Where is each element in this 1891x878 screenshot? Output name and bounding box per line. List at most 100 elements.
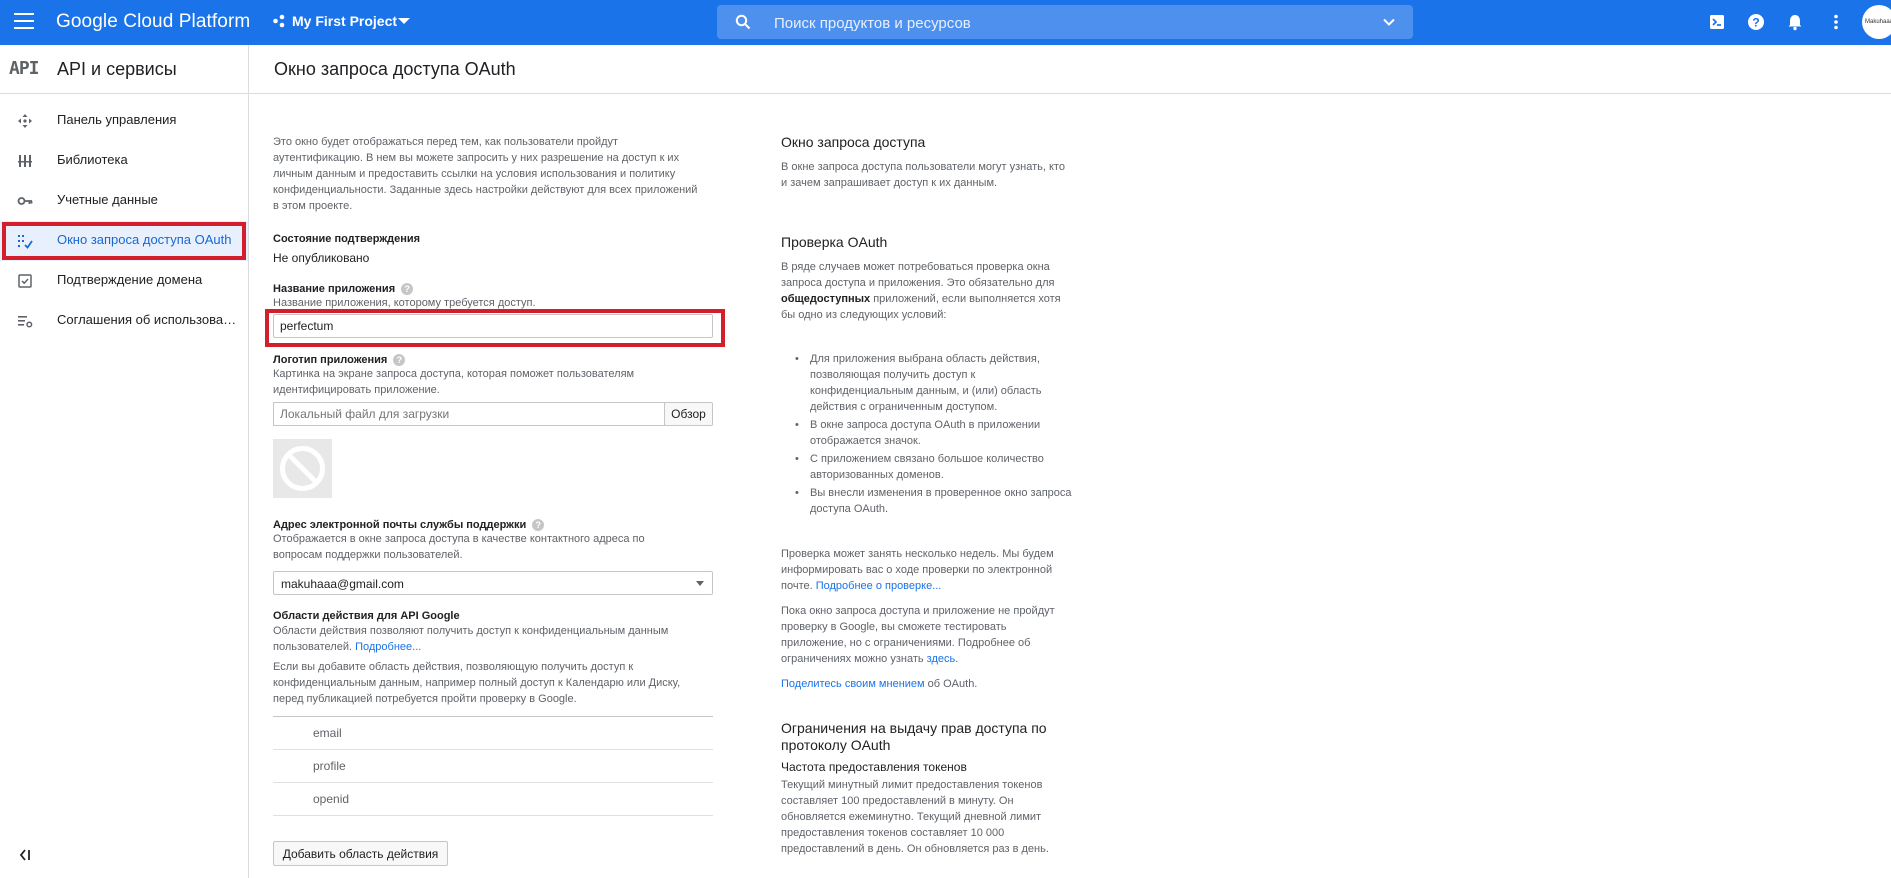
chevron-down-icon: [398, 18, 410, 24]
scope-row: openid: [273, 783, 713, 816]
app-logo-label-text: Логотип приложения: [273, 354, 388, 366]
logo-placeholder: [273, 439, 332, 498]
help-icon[interactable]: ?: [401, 283, 414, 296]
scope-row: profile: [273, 750, 713, 783]
info-subheading-token-rate: Частота предоставления токенов: [781, 760, 967, 774]
app-name-input[interactable]: [273, 314, 713, 338]
help-icon[interactable]: ?: [1746, 12, 1766, 32]
app-name-label: Название приложения?: [273, 283, 414, 296]
search-icon: [735, 14, 751, 30]
intro-text: Это окно будет отображаться перед тем, к…: [273, 136, 698, 212]
list-item: С приложением связано большое количество…: [795, 451, 1075, 483]
sidebar-item-library[interactable]: Библиотека: [0, 141, 248, 181]
content-header: Окно запроса доступа OAuth: [249, 45, 1891, 94]
page-title: Окно запроса доступа OAuth: [274, 59, 516, 79]
dashboard-icon: [18, 114, 32, 128]
info-heading-oauth-limits: Ограничения на выдачу прав доступа по пр…: [781, 720, 1047, 753]
cloud-shell-icon[interactable]: [1707, 12, 1727, 32]
key-icon: [17, 197, 33, 205]
app-logo-hint: Картинка на экране запроса доступа, кото…: [273, 368, 635, 396]
settings-list-icon: [18, 316, 33, 328]
scope-name: openid: [313, 792, 350, 806]
status-value: Не опубликовано: [273, 251, 370, 265]
status-label: Состояние подтверждения: [273, 233, 421, 245]
dropdown-arrow-icon: [696, 581, 704, 586]
list-item: В окне запроса доступа OAuth в приложени…: [795, 417, 1075, 449]
info-limits-text: Пока окно запроса доступа и приложение н…: [781, 603, 1071, 667]
verification-more-link[interactable]: Подробнее о проверке...: [816, 580, 942, 592]
sidebar-item-label: Учетные данные: [57, 192, 158, 207]
svg-text:?: ?: [1752, 16, 1759, 30]
info-verification-text-a: В ряде случаев может потребоваться прове…: [781, 261, 1055, 289]
scopes-hint: Области действия позволяют получить дост…: [273, 623, 693, 655]
support-email-select[interactable]: makuhaaa@gmail.com: [273, 571, 713, 595]
sidebar-item-label: Окно запроса доступа OAuth: [57, 232, 232, 247]
more-vert-icon[interactable]: [1826, 12, 1846, 32]
info-limits-text-a: Пока окно запроса доступа и приложение н…: [781, 605, 1055, 665]
list-item: Для приложения выбрана область действия,…: [795, 351, 1075, 415]
sidebar-item-domain-verification[interactable]: Подтверждение домена: [0, 261, 248, 301]
scopes-more-link[interactable]: Подробнее...: [355, 641, 421, 653]
restrictions-link[interactable]: здесь: [927, 653, 956, 665]
info-feedback-text-b: об OAuth.: [924, 678, 978, 690]
sidebar-item-oauth-consent[interactable]: Окно запроса доступа OAuth: [0, 221, 248, 261]
consent-icon: [18, 235, 33, 249]
help-icon[interactable]: ?: [532, 519, 545, 532]
no-image-icon: [280, 446, 325, 491]
support-email-label: Адрес электронной почты службы поддержки…: [273, 519, 545, 532]
logo-file-input[interactable]: [273, 402, 665, 426]
info-token-rate-text: Текущий минутный лимит предоставления то…: [781, 779, 1049, 855]
scopes-hint-text: Области действия позволяют получить дост…: [273, 625, 669, 653]
info-heading-consent: Окно запроса доступа: [781, 134, 926, 150]
info-duration-text: Проверка может занять несколько недель. …: [781, 546, 1071, 594]
scopes-label: Области действия для API Google: [273, 610, 460, 622]
scope-list: email profile openid: [273, 716, 713, 816]
feedback-link[interactable]: Поделитесь своим мнением: [781, 678, 925, 690]
library-icon: [18, 155, 32, 167]
sidebar-title: API и сервисы: [57, 59, 177, 79]
support-email-label-text: Адрес электронной почты службы поддержки: [273, 519, 527, 531]
list-item: Вы внесли изменения в проверенное окно з…: [795, 485, 1075, 517]
search-bar[interactable]: [717, 5, 1413, 41]
scope-name: profile: [313, 759, 346, 773]
project-name: My First Project: [292, 13, 398, 29]
info-limits-text-end: .: [955, 653, 959, 665]
project-dots-icon: [273, 14, 285, 28]
info-consent-text: В окне запроса доступа пользователи могу…: [781, 161, 1065, 189]
add-scope-button[interactable]: Добавить область действия: [273, 841, 448, 866]
sidebar-item-label: Библиотека: [57, 152, 128, 167]
scope-row: email: [273, 717, 713, 750]
brand-title[interactable]: Google Cloud Platform: [56, 11, 250, 33]
sidebar: API API и сервисы Панель управления Библ…: [0, 45, 249, 878]
app-name-hint: Название приложения, которому требуется …: [273, 297, 536, 309]
main-menu-icon[interactable]: [14, 13, 34, 31]
help-icon[interactable]: ?: [393, 354, 406, 367]
sidebar-header: API API и сервисы: [0, 45, 248, 94]
app-name-label-text: Название приложения: [273, 283, 396, 295]
search-input[interactable]: [772, 5, 1336, 41]
api-logo: API: [9, 58, 39, 79]
collapse-sidebar-icon[interactable]: [16, 847, 32, 863]
notifications-icon[interactable]: [1785, 12, 1805, 32]
sidebar-item-credentials[interactable]: Учетные данные: [0, 181, 248, 221]
sidebar-item-label: Подтверждение домена: [57, 272, 203, 287]
info-feedback-text: Поделитесь своим мнением об OAuth.: [781, 676, 1071, 692]
account-avatar[interactable]: Makuhaaa: [1862, 5, 1891, 39]
app-logo-label: Логотип приложения?: [273, 354, 406, 367]
sidebar-item-dashboard[interactable]: Панель управления: [0, 101, 248, 141]
sidebar-item-label: Соглашения об использовании: [57, 312, 237, 327]
expand-search-icon[interactable]: [1382, 15, 1396, 29]
sidebar-item-agreements[interactable]: Соглашения об использовании: [0, 301, 248, 341]
browse-button[interactable]: Обзор: [664, 402, 713, 426]
info-verification-text: В ряде случаев может потребоваться прове…: [781, 259, 1071, 323]
info-heading-verification: Проверка OAuth: [781, 234, 888, 250]
scopes-warning: Если вы добавите область действия, позво…: [273, 661, 681, 705]
info-verification-bold: общедоступных: [781, 293, 871, 305]
info-conditions-list: Для приложения выбрана область действия,…: [795, 351, 1075, 519]
support-email-hint: Отображается в окне запроса доступа в ка…: [273, 533, 645, 561]
top-app-bar: Google Cloud Platform My First Project ?…: [0, 0, 1891, 45]
sidebar-item-label: Панель управления: [57, 112, 177, 127]
support-email-value: makuhaaa@gmail.com: [281, 577, 404, 591]
scope-name: email: [313, 726, 342, 740]
checkbox-icon: [18, 274, 32, 288]
